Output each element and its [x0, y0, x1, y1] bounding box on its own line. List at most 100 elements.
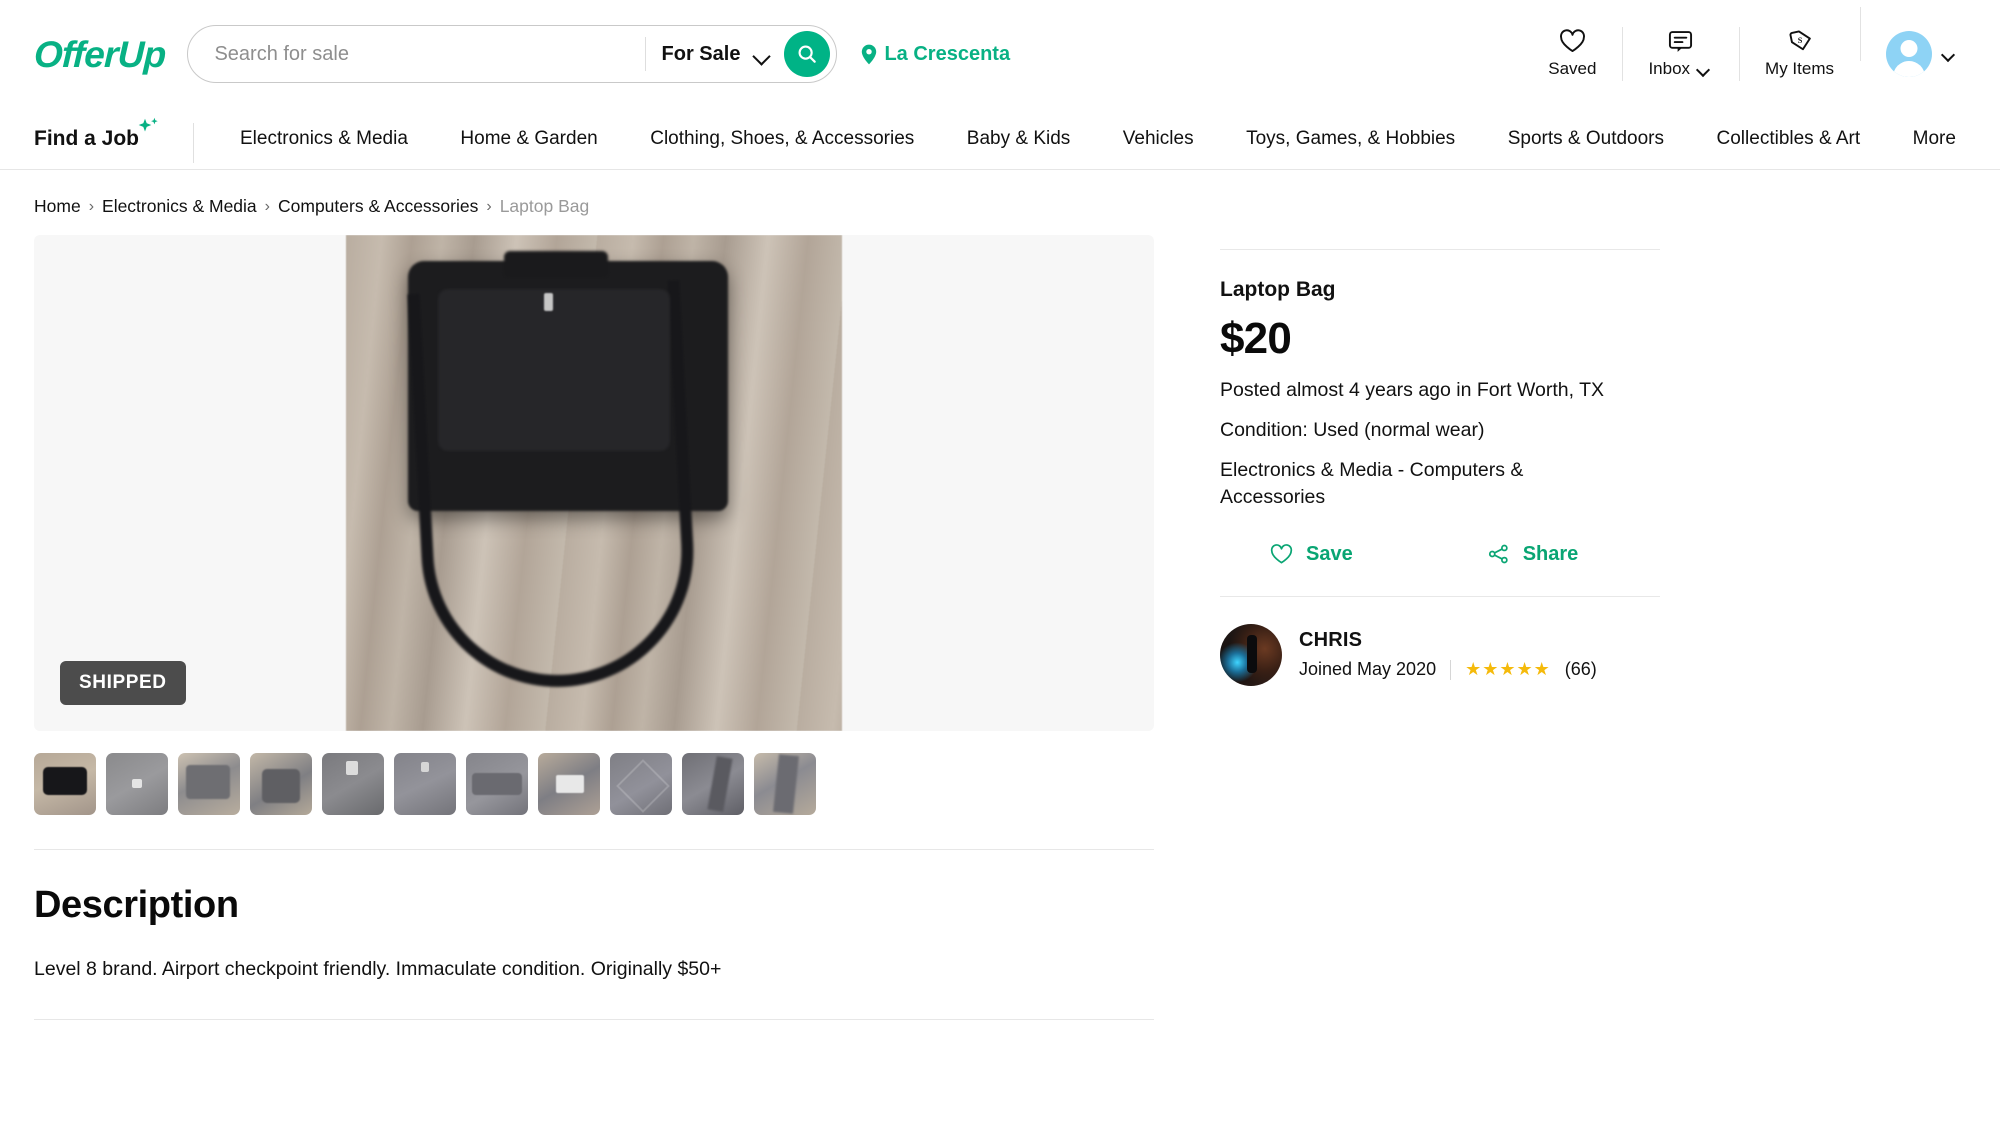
thumbnail-8[interactable] — [610, 753, 672, 815]
share-icon — [1488, 544, 1508, 564]
gallery-divider — [34, 849, 1154, 850]
search-category-label: For Sale — [661, 42, 741, 65]
thumbnail-1[interactable] — [106, 753, 168, 815]
description-divider — [34, 1019, 1154, 1021]
bag-handle — [504, 251, 608, 277]
nav-item-home-garden[interactable]: Home & Garden — [458, 120, 599, 158]
header-actions: Saved Inbox S My Items — [1522, 7, 1968, 89]
seller-name: CHRIS — [1299, 629, 1363, 652]
listing-info-column: Laptop Bag $20 Posted almost 4 years ago… — [1154, 235, 1966, 686]
category-info: Electronics & Media - Computers & Access… — [1220, 458, 1524, 508]
thumbnail-2[interactable] — [178, 753, 240, 815]
inbox-text: Inbox — [1648, 59, 1691, 78]
saved-label: Saved — [1548, 59, 1597, 78]
seller-info: CHRIS Joined May 2020 ★★★★★ (66) — [1299, 629, 1597, 680]
nav-item-clothing-shoes[interactable]: Clothing, Shoes, & Accessories — [648, 120, 916, 158]
bag-brand-tag — [544, 293, 553, 311]
breadcrumb-computers[interactable]: Computers & Accessories — [278, 196, 478, 217]
nav-item-baby-kids[interactable]: Baby & Kids — [965, 120, 1073, 158]
heart-icon — [1559, 29, 1585, 53]
description-body: Level 8 brand. Airport checkpoint friend… — [34, 958, 722, 980]
listing-content: SHIPPED Description Level 8 brand. Airpo… — [34, 235, 1966, 1021]
seller-avatar — [1220, 623, 1282, 686]
search-icon — [798, 45, 817, 63]
breadcrumb-home[interactable]: Home — [34, 196, 81, 217]
breadcrumb-separator-icon: › — [486, 197, 492, 215]
share-label: Share — [1522, 542, 1579, 565]
location-pin-icon — [862, 44, 877, 64]
location-selector[interactable]: La Crescenta — [861, 43, 1010, 66]
seller-meta-divider — [1450, 659, 1452, 680]
offerup-logo[interactable]: OfferUp — [33, 34, 166, 75]
thumbnail-3[interactable] — [250, 753, 312, 815]
page-body: Home › Electronics & Media › Computers &… — [0, 170, 2000, 1021]
search-divider — [644, 37, 646, 71]
thumbnail-10[interactable] — [754, 753, 816, 815]
thumbnail-strip — [34, 753, 1154, 821]
find-a-job-link[interactable]: Find a Job — [34, 117, 194, 163]
search-bar[interactable]: For Sale — [187, 25, 838, 83]
chevron-down-icon — [1942, 50, 1958, 59]
seller-card[interactable]: CHRIS Joined May 2020 ★★★★★ (66) — [1220, 623, 1660, 686]
breadcrumb: Home › Electronics & Media › Computers &… — [34, 170, 1966, 235]
rating-stars: ★★★★★ — [1465, 659, 1551, 680]
nav-item-toys-games-hobbies[interactable]: Toys, Games, & Hobbies — [1244, 120, 1457, 158]
sparkle-icon — [136, 115, 162, 141]
breadcrumb-electronics[interactable]: Electronics & Media — [102, 196, 257, 217]
info-top-divider — [1220, 249, 1660, 250]
save-button[interactable]: Save — [1270, 543, 1353, 566]
description-heading: Description — [34, 884, 239, 926]
breadcrumb-separator-icon: › — [88, 197, 95, 215]
gallery-column: SHIPPED Description Level 8 brand. Airpo… — [34, 235, 1154, 1021]
thumbnail-4[interactable] — [322, 753, 384, 815]
share-button[interactable]: Share — [1487, 542, 1579, 566]
my-items-label: My Items — [1765, 59, 1834, 78]
my-items-button[interactable]: S My Items — [1739, 23, 1860, 85]
avatar — [1886, 31, 1932, 77]
thumbnail-9[interactable] — [682, 753, 744, 815]
nav-item-sports-outdoors[interactable]: Sports & Outdoors — [1506, 120, 1666, 158]
hero-image[interactable]: SHIPPED — [34, 235, 1154, 731]
status-badge: SHIPPED — [60, 661, 186, 705]
seller-joined: Joined May 2020 — [1299, 659, 1437, 680]
thumbnail-0[interactable] — [34, 753, 96, 815]
page-title: Laptop Bag — [1220, 278, 1336, 301]
category-navbar: Find a Job Electronics & Media Home & Ga… — [0, 108, 2000, 170]
breadcrumb-current: Laptop Bag — [499, 196, 590, 216]
saved-button[interactable]: Saved — [1522, 23, 1622, 85]
inbox-button[interactable]: Inbox — [1622, 23, 1739, 85]
chevron-down-icon — [754, 50, 770, 59]
listing-price: $20 — [1220, 314, 1292, 363]
listing-actions: Save Share — [1220, 543, 1660, 596]
search-input[interactable] — [214, 26, 639, 82]
rating-count: (66) — [1564, 659, 1597, 680]
location-label: La Crescenta — [884, 42, 1011, 65]
seller-meta: Joined May 2020 ★★★★★ (66) — [1299, 659, 1597, 680]
nav-item-vehicles[interactable]: Vehicles — [1121, 120, 1196, 158]
search-button[interactable] — [784, 31, 831, 77]
breadcrumb-separator-icon: › — [264, 197, 270, 215]
bag-front-panel — [438, 289, 670, 451]
find-a-job-label: Find a Job — [34, 126, 139, 150]
chevron-down-icon — [1697, 65, 1713, 74]
thumbnail-5[interactable] — [394, 753, 456, 815]
condition-info: Condition: Used (normal wear) — [1220, 418, 1485, 441]
posted-info: Posted almost 4 years ago in Fort Worth,… — [1220, 379, 1605, 401]
seller-divider — [1220, 595, 1660, 597]
inbox-label: Inbox — [1648, 59, 1713, 79]
site-header: OfferUp For Sale La Crescenta Saved — [0, 0, 2000, 108]
listing-photo — [346, 235, 842, 731]
nav-items: Electronics & Media Home & Garden Clothi… — [238, 120, 1966, 158]
heart-icon — [1270, 543, 1293, 564]
message-bubble-icon — [1669, 31, 1693, 52]
search-category-dropdown[interactable]: For Sale — [662, 43, 785, 66]
save-label: Save — [1306, 542, 1353, 565]
thumbnail-7[interactable] — [538, 753, 600, 815]
svg-text:S: S — [1798, 36, 1803, 45]
account-menu[interactable] — [1860, 7, 1968, 77]
nav-item-electronics-media[interactable]: Electronics & Media — [238, 120, 410, 158]
nav-item-collectibles-art[interactable]: Collectibles & Art — [1715, 120, 1863, 158]
nav-item-more[interactable]: More — [1911, 120, 1958, 158]
thumbnail-6[interactable] — [466, 753, 528, 815]
price-tag-icon: S — [1789, 30, 1811, 51]
